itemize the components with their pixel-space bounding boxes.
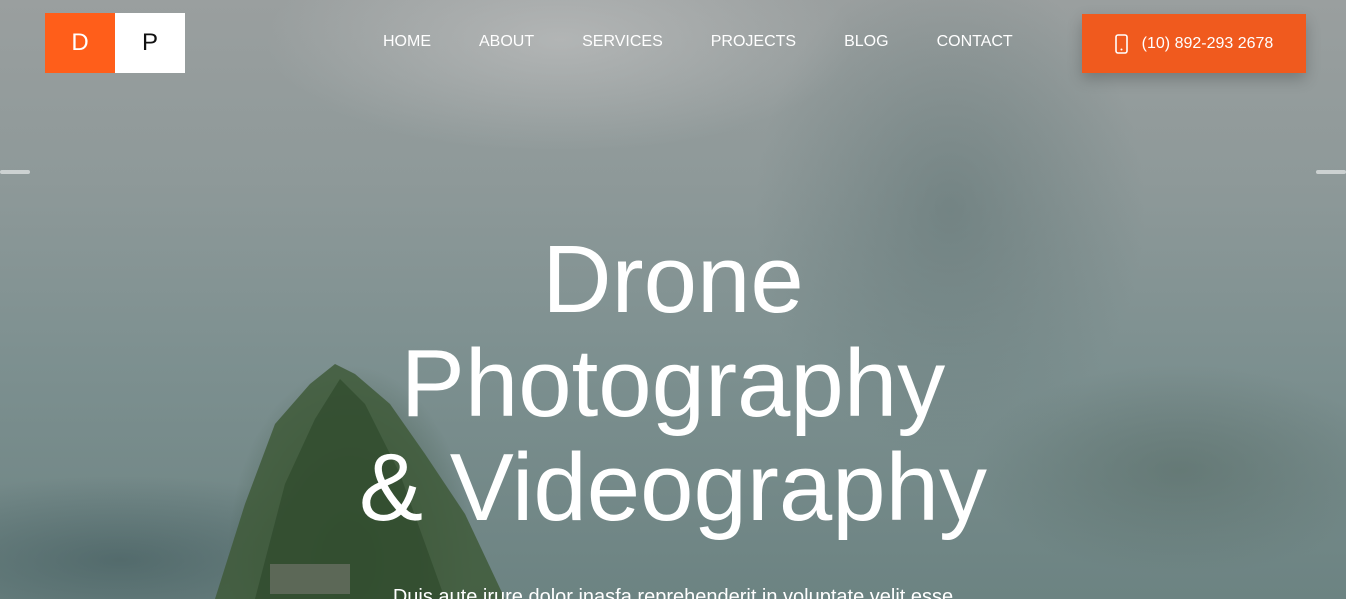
mobile-phone-icon	[1114, 33, 1128, 54]
hero-title-line-1: Drone	[542, 226, 804, 333]
hero-title-line-2: Photography	[400, 330, 946, 437]
hero-subtitle: Duis aute irure dolor inasfa reprehender…	[392, 586, 954, 599]
nav-about[interactable]: ABOUT	[479, 31, 534, 53]
main-nav: HOME ABOUT SERVICES PROJECTS BLOG CONTAC…	[383, 31, 1013, 53]
nav-services[interactable]: SERVICES	[582, 31, 663, 53]
phone-call-button[interactable]: (10) 892-293 2678	[1082, 14, 1306, 73]
slider-prev-indicator[interactable]	[0, 170, 30, 174]
slider-next-indicator[interactable]	[1316, 170, 1346, 174]
nav-blog[interactable]: BLOG	[844, 31, 888, 53]
nav-home[interactable]: HOME	[383, 31, 431, 53]
phone-number: (10) 892-293 2678	[1141, 34, 1274, 52]
nav-projects[interactable]: PROJECTS	[711, 31, 796, 53]
hero-title: Drone Photography & Videography	[0, 228, 1346, 540]
logo-letter-d: D	[45, 13, 115, 73]
hero-title-line-3: & Videography	[358, 434, 988, 541]
logo-letter-p: P	[115, 13, 185, 73]
nav-contact[interactable]: CONTACT	[937, 31, 1013, 53]
site-logo[interactable]: D P	[45, 13, 185, 73]
